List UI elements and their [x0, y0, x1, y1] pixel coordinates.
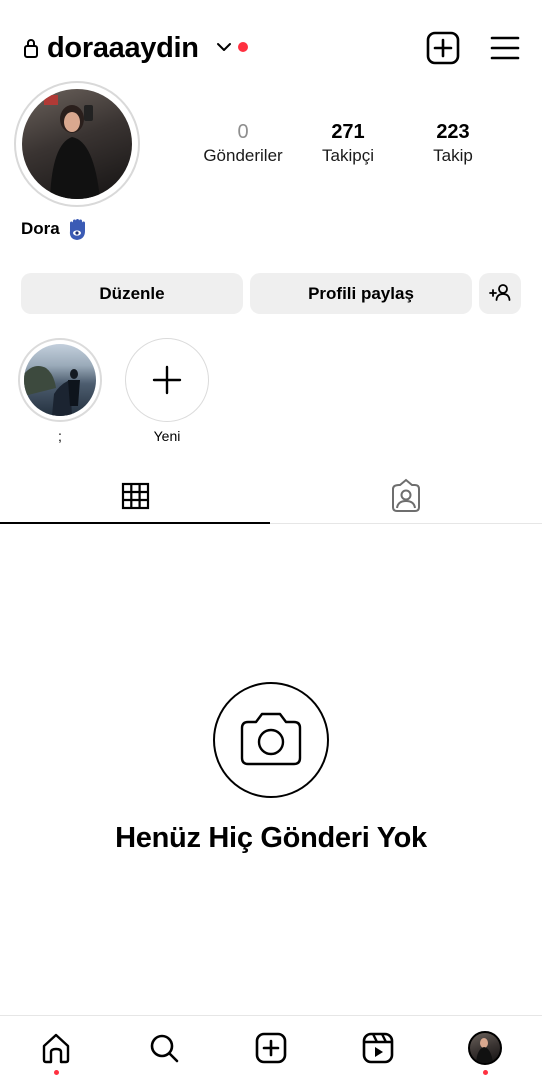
stat-posts[interactable]: 0 Gönderiler — [188, 120, 298, 168]
posts-count: 0 — [237, 121, 249, 143]
tab-posts-grid[interactable] — [0, 470, 270, 524]
reels-icon[interactable] — [362, 1032, 394, 1064]
create-icon[interactable] — [255, 1032, 287, 1064]
following-count: 223 — [436, 121, 470, 143]
stat-following[interactable]: 223 Takip — [398, 120, 508, 168]
new-highlight-label: Yeni — [153, 428, 181, 444]
menu-icon[interactable] — [489, 35, 521, 61]
avatar-photo-small — [476, 1038, 493, 1063]
lock-icon — [24, 39, 38, 58]
tab-tagged[interactable] — [270, 470, 542, 524]
active-tab-indicator — [0, 522, 270, 524]
share-profile-button[interactable]: Profili paylaş — [250, 273, 472, 314]
highlight-label: ; — [58, 428, 62, 444]
following-label: Takip — [433, 146, 473, 165]
chevron-down-icon[interactable] — [216, 40, 232, 54]
hamsa-icon — [69, 219, 85, 240]
highlight-cover[interactable] — [24, 344, 96, 416]
home-notification-dot — [54, 1070, 59, 1075]
username-title[interactable]: doraaaydin — [47, 30, 199, 66]
profile-notification-dot — [483, 1070, 488, 1075]
profile-header: doraaaydin — [0, 0, 542, 90]
discover-people-button[interactable] — [479, 273, 521, 314]
edit-profile-button[interactable]: Düzenle — [21, 273, 243, 314]
followers-count: 271 — [331, 121, 365, 143]
notification-dot — [238, 42, 248, 52]
display-name: Dora — [21, 219, 60, 238]
tagged-icon — [392, 478, 420, 512]
avatar-photo — [44, 95, 100, 199]
empty-state-title: Henüz Hiç Gönderi Yok — [115, 822, 427, 854]
search-icon[interactable] — [148, 1032, 180, 1064]
plus-square-icon[interactable] — [426, 31, 460, 65]
plus-icon[interactable] — [151, 364, 183, 396]
tab-divider — [270, 523, 542, 524]
home-icon[interactable] — [40, 1032, 72, 1064]
posts-label: Gönderiler — [203, 146, 283, 165]
camera-icon — [240, 712, 302, 766]
grid-icon — [121, 482, 150, 510]
add-person-icon — [489, 284, 511, 301]
highlight-photo — [24, 366, 80, 416]
profile-avatar-nav[interactable] — [468, 1031, 502, 1065]
profile-avatar[interactable] — [22, 89, 132, 199]
stat-followers[interactable]: 271 Takipçi — [293, 120, 403, 168]
followers-label: Takipçi — [322, 146, 374, 165]
